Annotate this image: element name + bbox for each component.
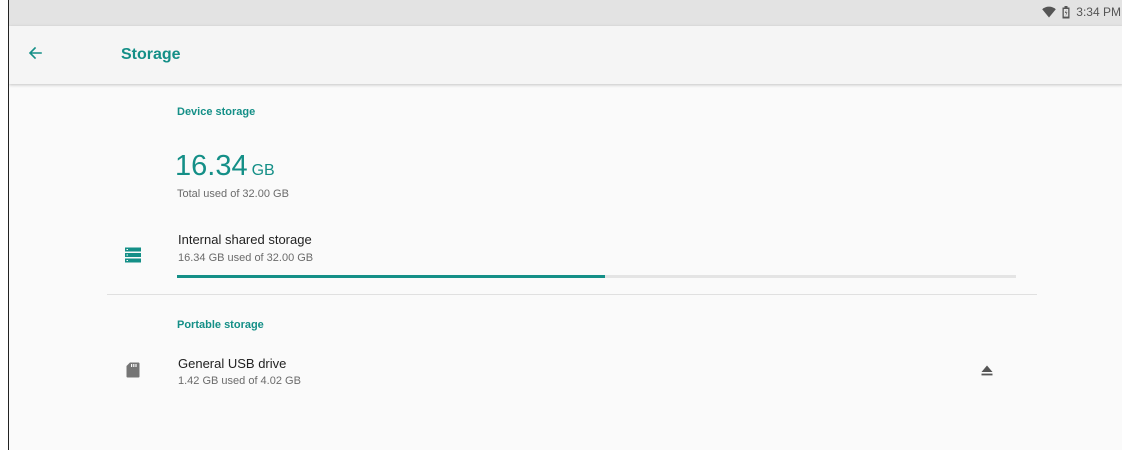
- page-title: Storage: [121, 46, 181, 63]
- battery-icon: [1062, 5, 1070, 19]
- arrow-back-icon: [28, 46, 42, 65]
- eject-button[interactable]: [975, 360, 999, 384]
- screen: 3:34 PM Storage Device storage 16.34 GB T…: [8, 0, 1122, 450]
- used-storage-unit: GB: [251, 162, 275, 179]
- usb-drive-subtitle: 1.42 GB used of 4.02 GB: [178, 375, 301, 387]
- used-storage-value: 16.34: [175, 150, 248, 182]
- used-storage-summary: 16.34 GB: [175, 150, 275, 183]
- internal-storage-subtitle: 16.34 GB used of 32.00 GB: [178, 252, 314, 264]
- internal-storage-progress-bar: [177, 275, 1016, 278]
- usb-drive-item[interactable]: General USB drive 1.42 GB used of 4.02 G…: [109, 356, 1029, 390]
- back-button[interactable]: [19, 39, 51, 71]
- portable-storage-header: Portable storage: [177, 319, 264, 331]
- storage-list-icon: [124, 247, 142, 268]
- wifi-icon: [1042, 6, 1057, 18]
- eject-icon: [981, 363, 993, 381]
- status-time: 3:34 PM: [1076, 5, 1121, 19]
- usb-drive-title: General USB drive: [178, 356, 287, 371]
- device-storage-header: Device storage: [177, 106, 256, 118]
- total-used-text: Total used of 32.00 GB: [177, 188, 289, 200]
- status-icons: 3:34 PM: [1042, 5, 1121, 19]
- status-bar: 3:34 PM: [9, 0, 1122, 26]
- internal-storage-title: Internal shared storage: [178, 232, 312, 247]
- internal-storage-progress-fill: [177, 275, 605, 278]
- sd-card-icon: [126, 362, 140, 383]
- toolbar: Storage: [9, 26, 1122, 84]
- internal-shared-storage-item[interactable]: Internal shared storage 16.34 GB used of…: [109, 232, 1029, 282]
- section-divider: [107, 294, 1037, 295]
